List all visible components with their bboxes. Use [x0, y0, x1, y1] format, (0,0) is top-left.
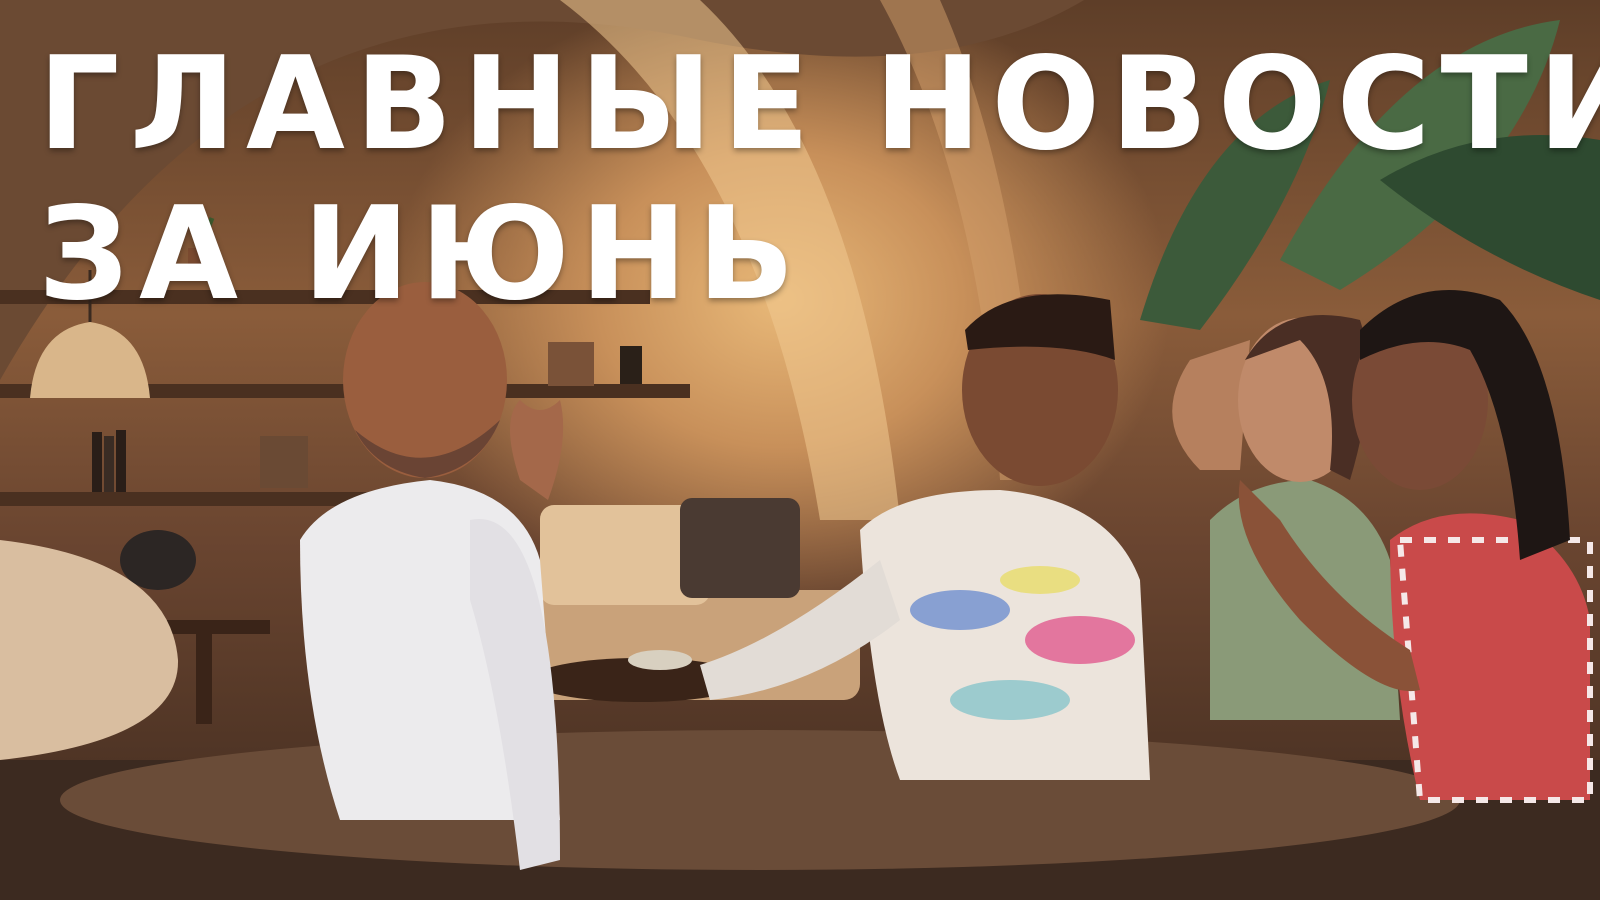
book	[92, 432, 102, 492]
picture-frame	[548, 342, 594, 386]
avatar-checkered-body	[1390, 513, 1590, 800]
tie-dye-pattern	[950, 680, 1070, 720]
social-vr-scene: ГЛАВНЫЕ НОВОСТИ ЗА ИЮНЬ	[0, 0, 1600, 900]
bowl	[628, 650, 692, 670]
book	[116, 430, 126, 492]
tie-dye-pattern	[910, 590, 1010, 630]
side-table-leg	[196, 634, 212, 724]
sofa-pillow	[680, 498, 800, 598]
vase	[120, 530, 196, 590]
picture-frame	[260, 436, 308, 488]
avatar-waving-hand	[510, 400, 564, 500]
tie-dye-pattern	[1000, 566, 1080, 594]
rug	[60, 730, 1460, 870]
candle-jar	[620, 346, 642, 384]
book	[104, 436, 114, 492]
headline-line-1: ГЛАВНЫЕ НОВОСТИ	[38, 30, 1600, 179]
wicker-lamp	[30, 322, 150, 398]
headline-line-2: ЗА ИЮНЬ	[38, 180, 805, 329]
headline: ГЛАВНЫЕ НОВОСТИ ЗА ИЮНЬ	[38, 30, 1600, 330]
tie-dye-pattern	[1025, 616, 1135, 664]
